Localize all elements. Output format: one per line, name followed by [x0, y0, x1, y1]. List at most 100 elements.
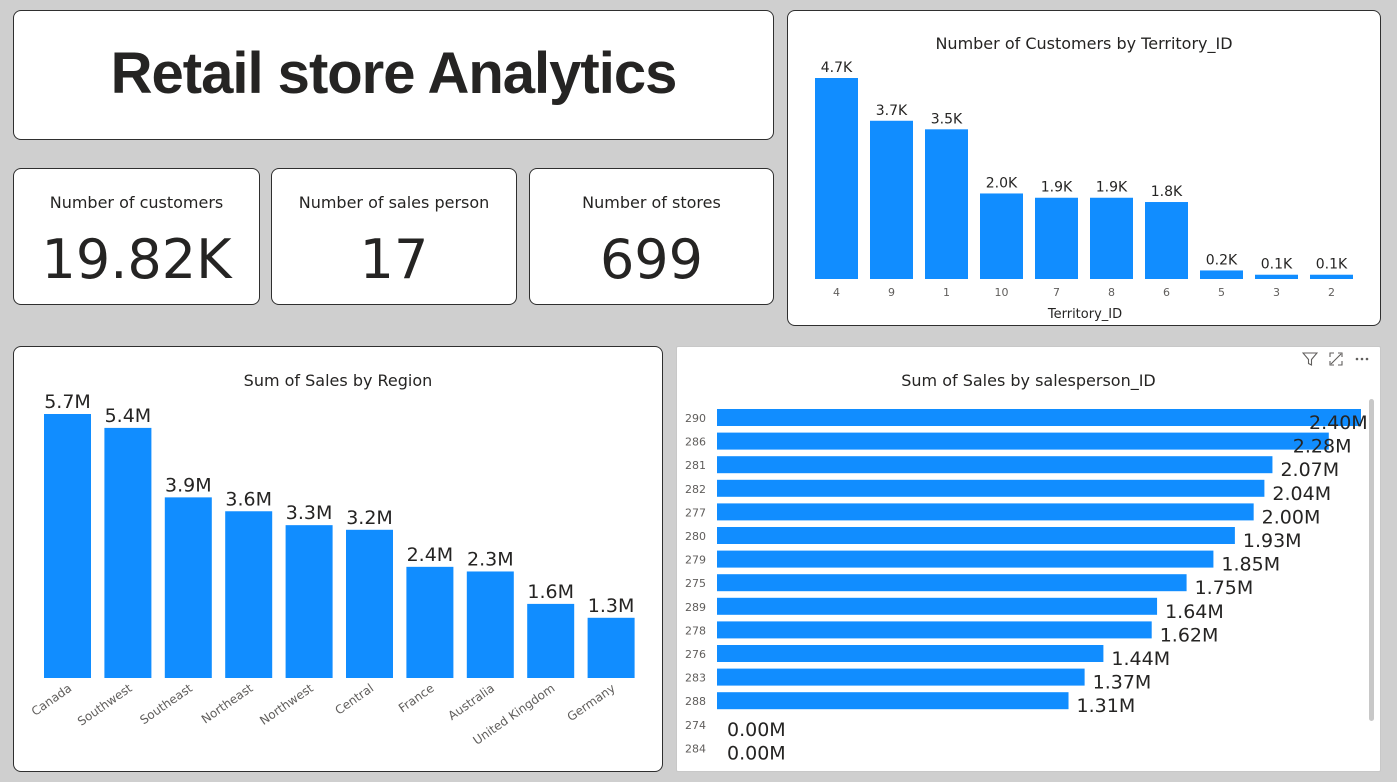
bar[interactable] [717, 503, 1254, 521]
salesperson-chart-card[interactable]: Sum of Sales by salesperson_ID 290 2.40M 2… [676, 346, 1381, 772]
data-label: 2.07M [1280, 459, 1339, 481]
data-label: 0.00M [727, 719, 786, 741]
data-label: 3.7K [876, 103, 908, 119]
x-tick-label: 1 [943, 286, 950, 299]
bar[interactable] [164, 497, 212, 678]
data-label: 3.9M [165, 474, 212, 496]
x-tick-label: Northwest [257, 681, 316, 728]
bar[interactable] [1310, 274, 1353, 279]
kpi-label: Number of customers [49, 193, 224, 212]
data-label: 4.7K [821, 60, 853, 76]
scrollbar [1369, 399, 1374, 721]
x-tick-label: Northeast [199, 681, 256, 727]
y-tick-label: 278 [685, 624, 706, 637]
x-tick-label: France [396, 681, 437, 715]
kpi-value: 699 [599, 228, 704, 291]
data-label: 1.6M [527, 581, 574, 603]
data-label: 1.85M [1221, 554, 1280, 576]
x-tick-label: Australia [445, 681, 497, 723]
x-tick-label: Central [332, 681, 376, 718]
kpi-label: Number of stores [582, 193, 721, 212]
y-tick-label: 286 [685, 436, 706, 449]
data-label: 3.5K [931, 111, 963, 127]
bar[interactable] [717, 456, 1273, 474]
bar[interactable] [1255, 274, 1298, 279]
x-tick-label: 7 [1053, 286, 1060, 299]
data-label: 1.31M [1077, 695, 1136, 717]
bar[interactable] [717, 668, 1085, 686]
bar[interactable] [870, 120, 913, 279]
bar[interactable] [1200, 270, 1243, 279]
kpi-card-stores[interactable]: Number of stores 699 [529, 168, 774, 305]
y-tick-label: 276 [685, 648, 706, 661]
y-tick-label: 284 [685, 742, 706, 755]
kpi-label: Number of sales person [298, 193, 490, 212]
kpi-value: 19.82K [41, 228, 232, 291]
y-tick-label: 282 [685, 483, 706, 496]
data-label: 1.8K [1151, 184, 1183, 200]
y-tick-label: 281 [685, 459, 706, 472]
bar[interactable] [1035, 197, 1078, 279]
x-tick-label: 6 [1163, 286, 1170, 299]
data-label: 2.28M [1293, 436, 1352, 458]
x-tick-label: 9 [888, 286, 895, 299]
bar[interactable] [587, 617, 635, 678]
data-label: 1.3M [588, 595, 635, 617]
bar[interactable] [1090, 197, 1133, 279]
title-card: Retail store Analytics [13, 10, 774, 140]
bar[interactable] [717, 409, 1361, 426]
bar[interactable] [406, 566, 454, 678]
data-label: 1.93M [1243, 530, 1302, 552]
x-tick-label: 10 [995, 286, 1009, 299]
data-label: 2.00M [1262, 506, 1321, 528]
bar[interactable] [346, 529, 393, 678]
bar[interactable] [225, 511, 273, 678]
data-label: 1.37M [1093, 672, 1152, 694]
region-chart-card[interactable]: Sum of Sales by Region 5.7M Canada 5.4M Sou… [13, 346, 663, 772]
dashboard-title: Retail store Analytics [110, 41, 678, 106]
bar[interactable] [717, 527, 1235, 544]
bar[interactable] [717, 432, 1329, 450]
x-tick-label: 2 [1328, 286, 1335, 299]
y-tick-label: 275 [685, 577, 706, 590]
data-label: 5.7M [44, 391, 91, 413]
bar[interactable] [104, 427, 152, 678]
bar[interactable] [717, 574, 1187, 592]
bar[interactable] [925, 129, 968, 279]
territory-chart: 4.7K 4 3.7K 9 3.5K 1 2.0K 10 1.9K 7 1.9K 8 1.8K 6 0.2K… [815, 60, 1353, 322]
y-tick-label: 274 [685, 719, 706, 732]
bar[interactable] [717, 645, 1104, 662]
data-label: 0.1K [1316, 257, 1348, 273]
y-tick-label: 277 [685, 506, 706, 519]
bar[interactable] [717, 621, 1152, 639]
data-label: 1.9K [1096, 180, 1128, 196]
x-tick-label: 8 [1108, 286, 1115, 299]
bar[interactable] [717, 597, 1158, 615]
bar[interactable] [815, 78, 858, 279]
bar[interactable] [527, 603, 575, 678]
x-tick-label: Southeast [137, 681, 195, 727]
bar[interactable] [466, 571, 514, 678]
bar[interactable] [717, 692, 1069, 710]
data-label: 1.75M [1195, 577, 1254, 599]
data-label: 2.4M [407, 544, 454, 566]
bar[interactable] [717, 479, 1265, 497]
y-tick-label: 289 [685, 601, 706, 614]
data-label: 1.62M [1160, 624, 1219, 646]
x-tick-label: 4 [833, 286, 840, 299]
bar[interactable] [1145, 202, 1188, 279]
bar[interactable] [44, 414, 91, 678]
y-tick-label: 280 [685, 530, 706, 543]
salesperson-chart: 290 2.40M 286 2.28M 281 2.07M 282 2.04M 277 2.00M… [685, 399, 1374, 764]
bar[interactable] [980, 193, 1023, 279]
y-tick-label: 283 [685, 672, 706, 685]
bar[interactable] [717, 550, 1214, 568]
kpi-card-salesperson[interactable]: Number of sales person 17 [271, 168, 517, 305]
x-tick-label: Southwest [75, 681, 135, 729]
x-tick-label: Canada [29, 681, 74, 719]
kpi-card-customers[interactable]: Number of customers 19.82K [13, 168, 260, 305]
data-label: 2.40M [1309, 412, 1368, 434]
data-label: 3.2M [346, 507, 393, 529]
territory-chart-card[interactable]: Number of Customers by Territory_ID 4.7K… [787, 10, 1381, 326]
bar[interactable] [285, 525, 333, 678]
